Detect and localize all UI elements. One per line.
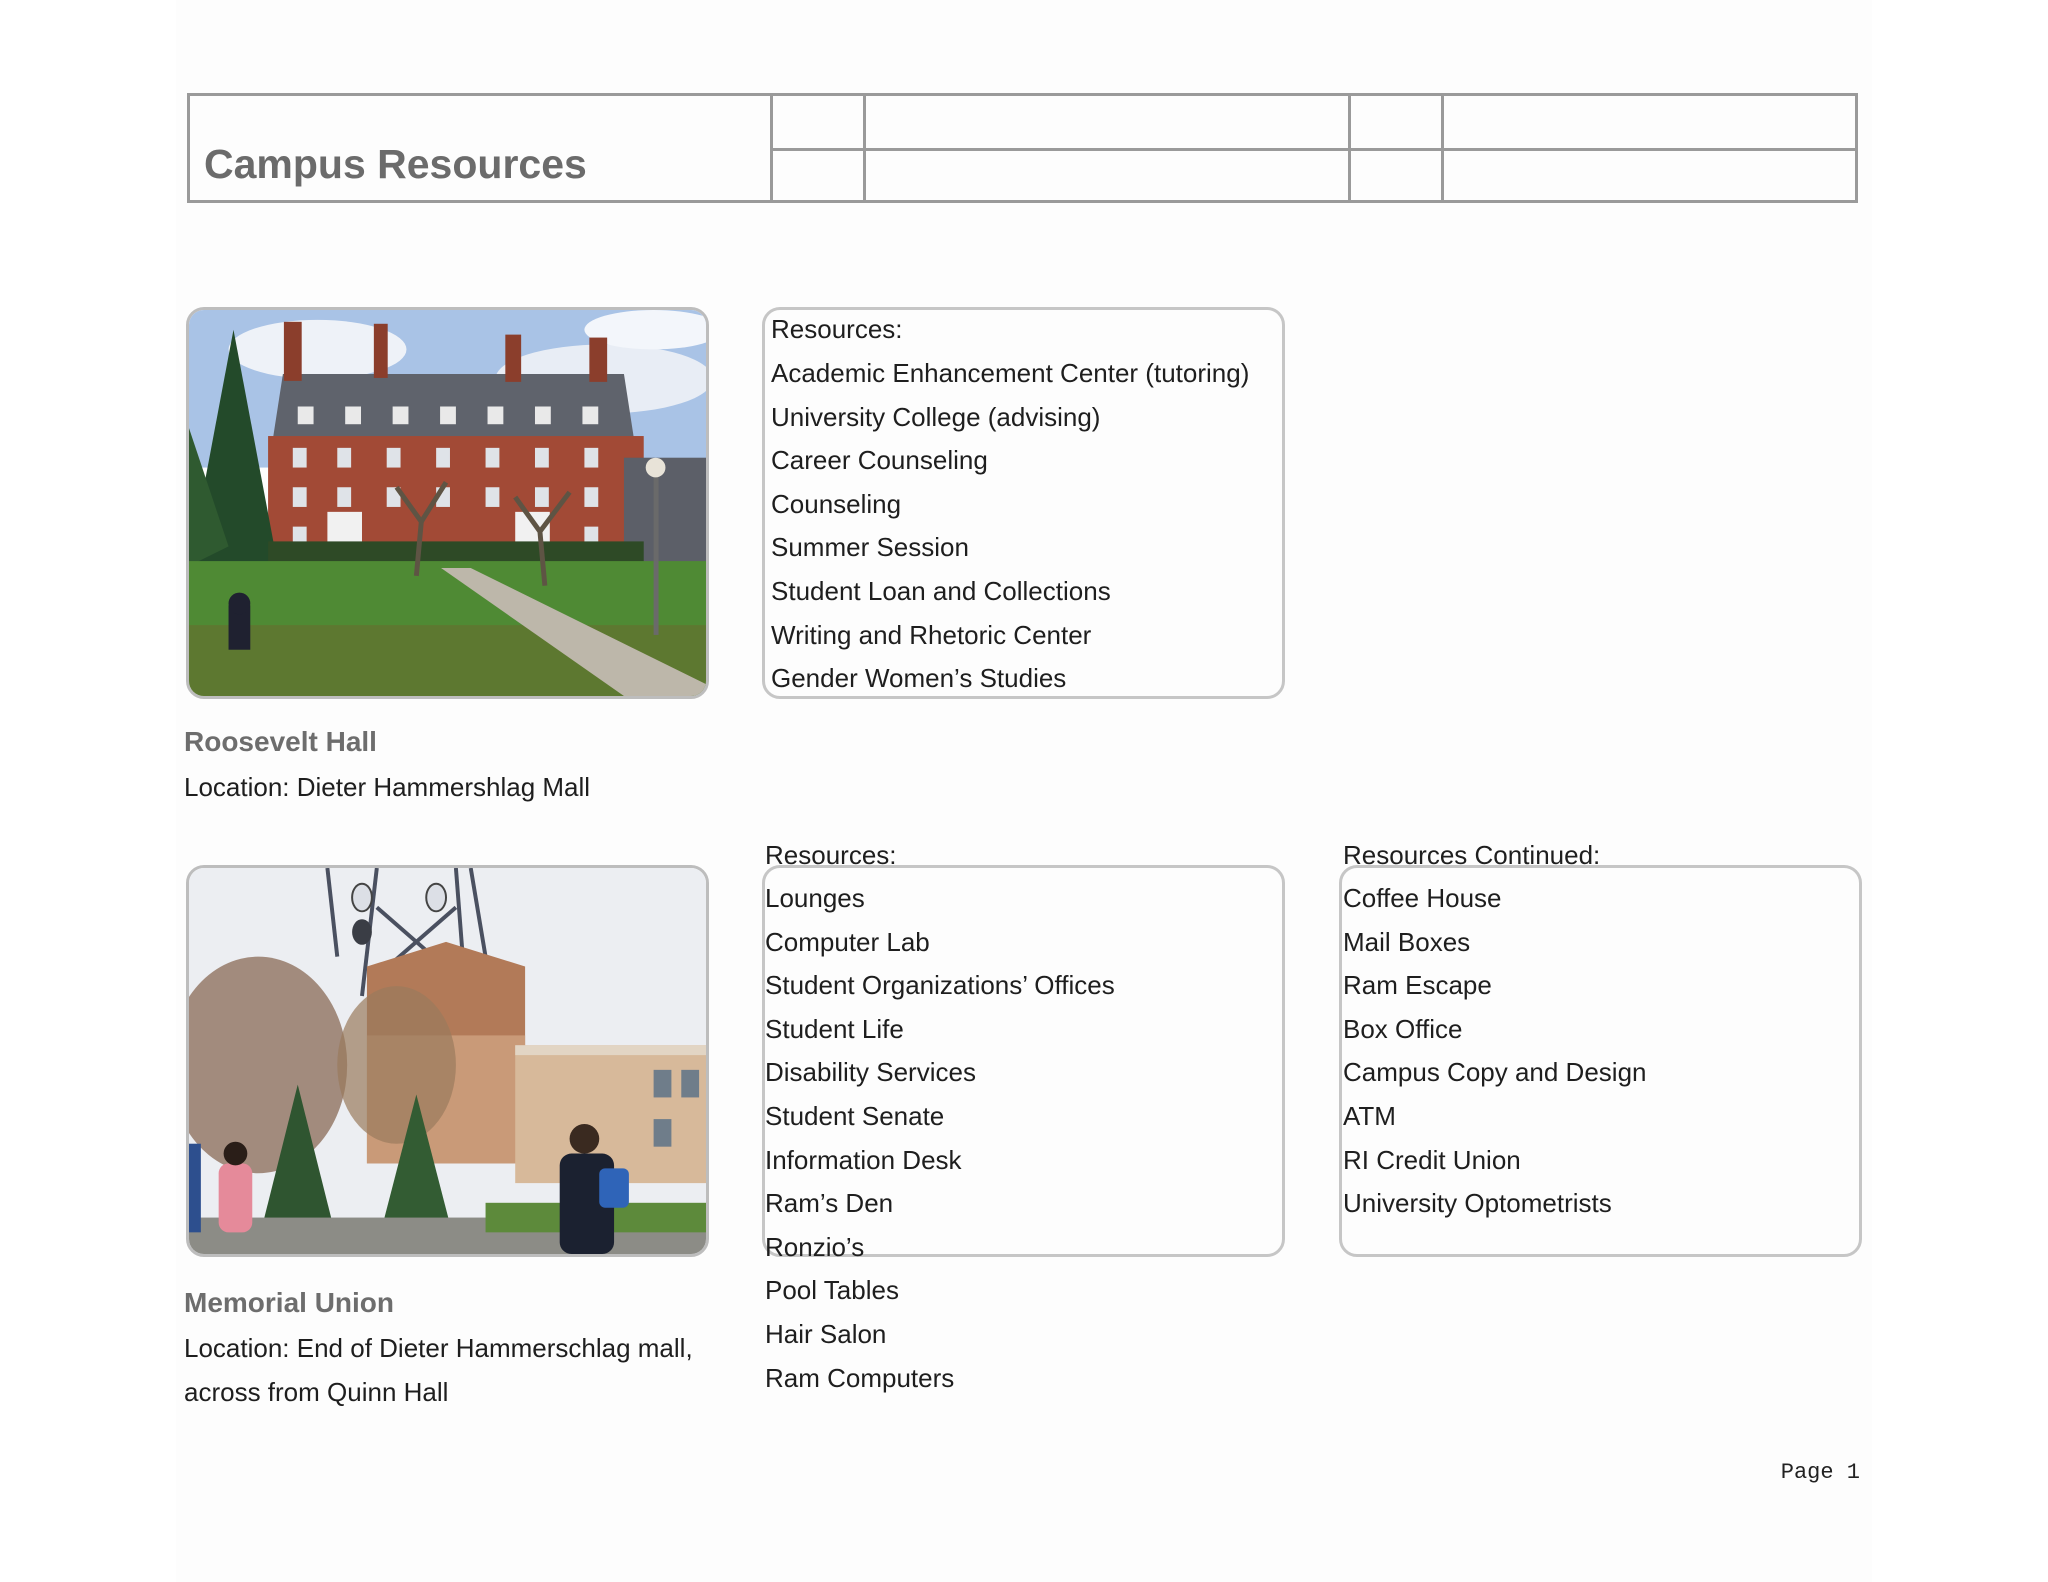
list-item: Campus Copy and Design [1343, 1057, 1647, 1088]
table-divider [770, 148, 1855, 151]
resources-heading: Resources: [771, 314, 903, 344]
roosevelt-hall-photo [186, 307, 709, 699]
location-memorial-union-line2: across from Quinn Hall [184, 1377, 449, 1407]
list-item: ATM [1343, 1100, 1396, 1131]
list-item: Student Loan and Collections [771, 575, 1111, 606]
building-name-memorial-union: Memorial Union [184, 1287, 395, 1318]
page-title: Campus Resources [204, 141, 587, 187]
list-item: Student Life [765, 1013, 904, 1044]
location-roosevelt: Location: Dieter Hammershlag Mall [184, 772, 591, 802]
list-item: Academic Enhancement Center (tutoring) [771, 358, 1250, 388]
list-item: Ram Computers [765, 1362, 955, 1393]
list-item: Student Senate [765, 1100, 945, 1131]
memorial-resources-list: Lounges Computer Lab Student Organizatio… [765, 877, 1115, 1400]
memorial-union-photo [186, 865, 709, 1257]
list-item: RI Credit Union [1343, 1144, 1521, 1175]
list-item: Gender Women’s Studies [771, 663, 1067, 694]
header-table: Campus Resources [187, 93, 1858, 203]
list-item: Mail Boxes [1343, 926, 1471, 957]
roosevelt-resources-list: Academic Enhancement Center (tutoring) U… [771, 352, 1249, 701]
list-item: Pool Tables [765, 1275, 899, 1306]
list-item: Coffee House [1343, 883, 1502, 913]
location-memorial-union-line1: Location: End of Dieter Hammerschlag mal… [184, 1333, 693, 1363]
list-item: Counseling [771, 488, 902, 519]
list-item: Writing and Rhetoric Center [771, 619, 1092, 650]
memorial-resources-continued-list: Coffee House Mail Boxes Ram Escape Box O… [1343, 877, 1647, 1226]
list-item: Summer Session [771, 532, 969, 563]
building-name-roosevelt: Roosevelt Hall [184, 726, 377, 757]
list-item: Disability Services [765, 1057, 976, 1088]
list-item: University College (advising) [771, 401, 1101, 432]
list-item: Ram’s Den [765, 1188, 894, 1219]
list-item: Computer Lab [765, 926, 930, 957]
list-item: Information Desk [765, 1144, 962, 1175]
list-item: Student Organizations’ Offices [765, 970, 1115, 1001]
page-number: Page 1 [1780, 1460, 1860, 1485]
list-item: Career Counseling [771, 445, 988, 476]
list-item: Box Office [1343, 1013, 1463, 1044]
list-item: University Optometrists [1343, 1188, 1612, 1219]
list-item: Hair Salon [765, 1318, 887, 1349]
list-item: Ronzio’s [765, 1231, 865, 1262]
list-item: Lounges [765, 883, 865, 913]
list-item: Ram Escape [1343, 970, 1492, 1001]
